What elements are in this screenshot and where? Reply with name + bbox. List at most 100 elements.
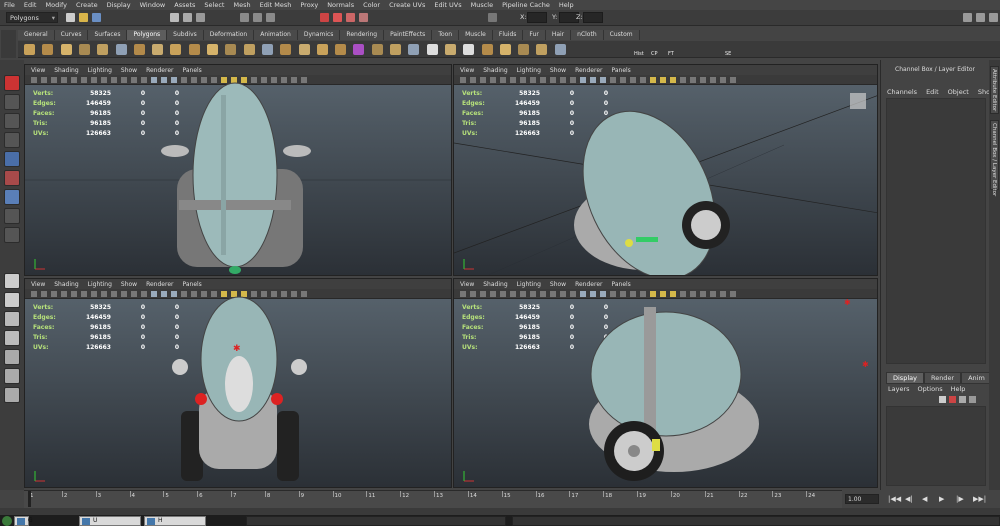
paint-select-tool-icon[interactable] [4,113,20,129]
layout-single-icon[interactable] [4,273,20,289]
shelf-tool-icon[interactable] [78,44,90,55]
menu-item[interactable]: Display [107,1,131,9]
new-scene-icon[interactable] [66,13,75,22]
layer-tab[interactable]: Display [886,372,924,384]
shelf-tab[interactable]: Dynamics [297,30,341,40]
menu-item[interactable]: Help [559,1,574,9]
soft-mod-tool-icon[interactable] [4,208,20,224]
render-icon[interactable] [333,13,342,22]
shelf-tool-icon[interactable] [243,44,255,55]
time-slider[interactable]: 1 2 3 4 5 6 7 8 9 10 11 12 13 14 15 16 17 18 19 20 21 22 23 24 [24,490,842,508]
channel-box-menu-item[interactable]: Channels [887,88,917,96]
shelf-tab[interactable]: Surfaces [88,30,128,40]
open-scene-icon[interactable] [79,13,88,22]
menu-set-dropdown[interactable]: Polygons [6,12,58,23]
x-field[interactable] [527,12,547,23]
shelf-tool-icon[interactable] [133,44,145,55]
shelf-tab[interactable]: Fluids [492,30,524,40]
car-top-view[interactable] [25,65,452,276]
layer-tab[interactable]: Anim [961,372,992,384]
toggle-tool-settings-icon[interactable] [989,13,998,22]
menu-item[interactable]: Create [76,1,98,9]
shelf-tool-icon[interactable] [261,44,273,55]
menu-item[interactable]: Window [140,1,166,9]
select-hierarchy-icon[interactable] [170,13,179,22]
shelf-tab[interactable]: Muscle [459,30,493,40]
z-field[interactable] [583,12,603,23]
toggle-channel-box-icon[interactable] [963,13,972,22]
render-view-icon[interactable] [320,13,329,22]
menu-item[interactable]: Color [363,1,380,9]
shelf-tool-icon[interactable] [24,44,35,55]
taskbar-window-button[interactable]: U [79,516,141,526]
snap-point-icon[interactable] [266,13,275,22]
side-tab[interactable]: Channel Box / Layer Editor [990,120,999,196]
layer-delete-icon[interactable] [969,396,976,403]
playback-button[interactable]: |▶ [956,495,964,503]
playback-button[interactable]: ◀ [922,495,927,503]
shelf-tool-icon[interactable] [371,44,383,55]
playback-button[interactable]: ▶ [939,495,944,503]
layer-options-icon[interactable] [959,396,966,403]
taskbar-window-button[interactable]: H [144,516,206,526]
ipr-render-icon[interactable] [346,13,355,22]
layout-vertical-icon[interactable] [4,330,20,346]
layout-graph-icon[interactable] [4,368,20,384]
save-scene-icon[interactable] [92,13,101,22]
universal-manipulator-icon[interactable] [4,189,20,205]
side-tab[interactable]: Attribute Editor [990,66,999,114]
shelf-tool-icon[interactable] [280,44,292,55]
playback-button[interactable]: ◀| [905,495,913,503]
toggle-attribute-editor-icon[interactable] [976,13,985,22]
layout-outliner-icon[interactable] [4,349,20,365]
shelf-tool-icon[interactable] [298,44,310,55]
scale-tool-icon[interactable] [4,170,20,186]
taskbar-window-button[interactable]: G [14,516,33,526]
playback-button[interactable]: |◀◀ [888,495,901,503]
shelf-tab[interactable]: PaintEffects [384,30,433,40]
viewport-top[interactable]: View Shading Lighting Show Renderer Panels Ve… [24,64,452,276]
shelf-tool-icon[interactable] [444,44,456,55]
shelf-tool-icon[interactable] [390,44,401,55]
menu-item[interactable]: Select [204,1,224,9]
shelf-tab[interactable]: Subdivs [167,30,204,40]
timeline-cursor[interactable] [28,491,31,507]
shelf-tab[interactable]: Polygons [127,30,168,40]
channel-box-menu-item[interactable]: Object [948,88,969,96]
menu-item[interactable]: Edit Mesh [260,1,292,9]
input-line-icon[interactable] [488,13,497,22]
new-layer-icon[interactable] [939,396,946,403]
shelf-tab[interactable]: nCloth [571,30,604,40]
menu-item[interactable]: Mesh [233,1,250,9]
car-front-view[interactable]: ✱ [25,279,452,488]
select-tool-icon[interactable] [4,75,20,91]
move-tool-icon[interactable] [4,132,20,148]
layout-side-icon[interactable] [4,311,20,327]
shelf-tab[interactable]: Toon [432,30,460,40]
menu-item[interactable]: Muscle [471,1,494,9]
select-component-icon[interactable] [196,13,205,22]
render-settings-icon[interactable] [359,13,368,22]
shelf-tool-icon[interactable] [207,44,218,55]
menu-item[interactable]: Pipeline Cache [502,1,550,9]
shelf-tab[interactable]: Custom [603,30,640,40]
viewport-persp[interactable]: View Shading Lighting Show Renderer Panels Ve… [453,64,878,276]
shelf-tab[interactable]: Animation [254,30,298,40]
snap-curve-icon[interactable] [253,13,262,22]
layer-tab[interactable]: Render [923,372,962,384]
lasso-tool-icon[interactable] [4,94,20,110]
layer-menu-item[interactable]: Help [951,385,966,393]
shelf-tool-icon[interactable] [188,44,200,55]
shelf-tool-icon[interactable] [60,44,72,55]
shelf-tab[interactable]: General [18,30,55,40]
playback-button[interactable]: ▶▶| [973,495,986,503]
shelf-tool-icon[interactable] [42,44,54,55]
menu-item[interactable]: Modify [45,1,67,9]
shelf-tool-icon[interactable] [225,44,237,55]
shelf-tab[interactable]: Deformation [203,30,255,40]
shelf-tab[interactable]: Hair [545,30,572,40]
menu-item[interactable]: Normals [327,1,354,9]
shelf-tool-icon[interactable] [152,44,164,55]
menu-item[interactable]: Proxy [300,1,318,9]
menu-item[interactable]: Edit [24,1,37,9]
